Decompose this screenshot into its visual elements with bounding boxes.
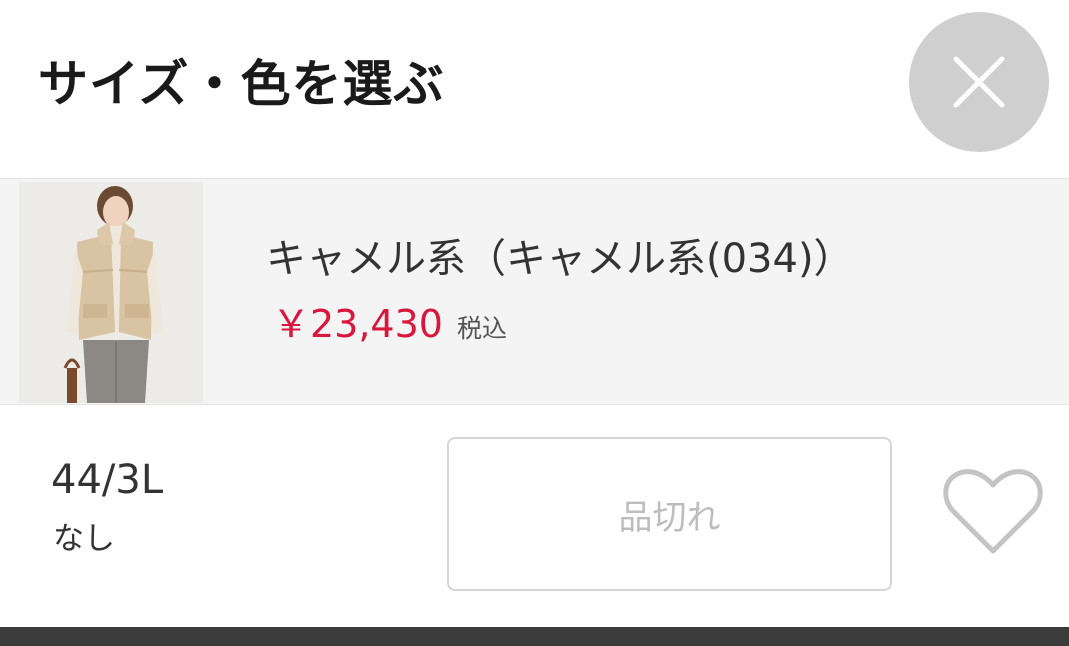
sold-out-button[interactable]: 品切れ: [447, 437, 892, 591]
color-name: キャメル系（キャメル系(034)）: [266, 236, 854, 282]
size-option-row: 44/3L なし 品切れ: [0, 405, 1069, 627]
close-button[interactable]: [909, 12, 1049, 152]
modal-header: サイズ・色を選ぶ: [0, 0, 1069, 178]
close-icon: [953, 56, 1005, 108]
stock-status: なし: [53, 521, 115, 557]
price-line: ￥23,430 税込: [272, 299, 507, 349]
tax-label: 税込: [456, 314, 507, 343]
modal-title: サイズ・色を選ぶ: [38, 55, 445, 113]
product-image: [19, 182, 203, 403]
heart-outline-icon: [943, 469, 1043, 554]
selected-color-row: キャメル系（キャメル系(034)） ￥23,430 税込: [0, 178, 1069, 405]
bottom-bar: [0, 627, 1069, 646]
price: ￥23,430: [272, 302, 443, 346]
favorite-button[interactable]: [943, 467, 1043, 557]
size-label: 44/3L: [51, 457, 164, 503]
